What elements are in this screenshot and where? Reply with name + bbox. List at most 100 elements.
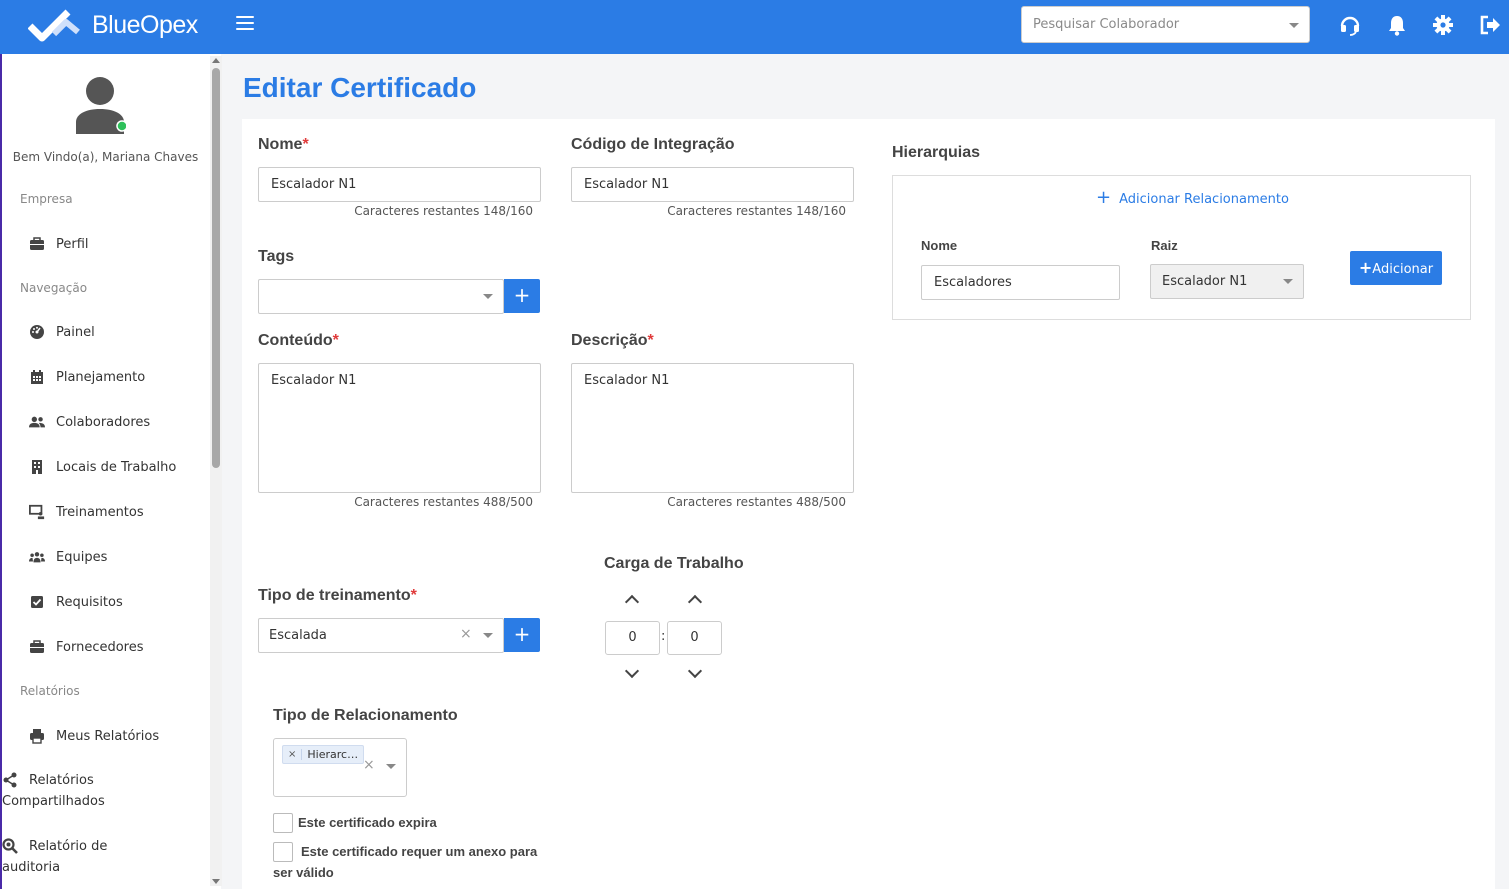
- sidebar-item-equipes[interactable]: Equipes: [29, 549, 107, 565]
- users-icon: [29, 416, 45, 428]
- tipo-treinamento-select[interactable]: Escalada ×: [258, 618, 504, 653]
- briefcase-icon: [30, 640, 44, 653]
- chalkboard-icon: [29, 504, 45, 520]
- menu-toggle-icon[interactable]: [236, 16, 254, 32]
- hours-input[interactable]: 0: [605, 621, 660, 655]
- carga-label: Carga de Trabalho: [604, 555, 744, 572]
- chevron-down-icon: [483, 633, 493, 638]
- nome-input[interactable]: Escalador N1: [258, 167, 541, 202]
- scroll-down-icon[interactable]: [212, 879, 220, 884]
- anexo-checkbox[interactable]: [273, 842, 293, 862]
- tags-select[interactable]: [258, 279, 504, 314]
- briefcase-icon: [30, 237, 44, 250]
- conteudo-value: Escalador N1: [271, 373, 357, 388]
- descricao-counter: Caracteres restantes 488/500: [667, 495, 846, 509]
- add-relationship-link[interactable]: + Adicionar Relacionamento: [1096, 187, 1289, 208]
- sidebar-item-label: Locais de Trabalho: [56, 459, 177, 475]
- add-tipo-treinamento-button[interactable]: +: [504, 618, 540, 652]
- sidebar-item-relatorio-auditoria[interactable]: Relatório de auditoria: [2, 836, 107, 878]
- nome-label: Nome*: [258, 136, 309, 153]
- sidebar-item-label: Equipes: [56, 549, 108, 565]
- scrollbar-thumb[interactable]: [212, 68, 220, 468]
- section-relatorios: Relatórios: [20, 684, 80, 698]
- plus-icon: +: [1096, 187, 1112, 208]
- sidebar-item-label: Relatório de auditoria: [2, 836, 107, 878]
- tipo-relacionamento-select[interactable]: × Hierarc… ×: [273, 738, 407, 797]
- sidebar-item-label: Planejamento: [56, 369, 146, 385]
- scroll-up-icon[interactable]: [212, 58, 220, 63]
- hier-nome-input[interactable]: Escaladores: [921, 265, 1120, 300]
- add-tag-button[interactable]: +: [504, 279, 540, 313]
- plus-icon: +: [1358, 258, 1373, 277]
- sidebar-item-planejamento[interactable]: Planejamento: [29, 369, 145, 385]
- expira-label: Este certificado expira: [298, 815, 437, 830]
- hier-raiz-select[interactable]: Escalador N1: [1150, 264, 1304, 299]
- conteudo-label: Conteúdo*: [258, 332, 339, 349]
- sidebar-item-perfil[interactable]: Perfil: [29, 236, 89, 252]
- sidebar-item-meus-relatorios[interactable]: Meus Relatórios: [29, 728, 159, 744]
- conteudo-counter: Caracteres restantes 488/500: [354, 495, 533, 509]
- chevron-down-icon: [386, 764, 396, 769]
- sidebar-item-label: Meus Relatórios: [56, 728, 160, 744]
- tipo-treinamento-label: Tipo de treinamento*: [258, 587, 417, 604]
- avatar-icon: [76, 77, 126, 134]
- hier-nome-label: Nome: [921, 238, 958, 253]
- minutes-input[interactable]: 0: [667, 621, 722, 655]
- brand-name: BlueOpex: [92, 10, 198, 39]
- sidebar-item-label: Treinamentos: [56, 504, 144, 520]
- bell-icon[interactable]: [1386, 14, 1408, 36]
- sidebar-item-locais[interactable]: Locais de Trabalho: [29, 459, 176, 475]
- sidebar-item-label-line2: auditoria: [2, 860, 61, 875]
- sidebar-item-label: Painel: [56, 324, 95, 340]
- sidebar-item-colaboradores[interactable]: Colaboradores: [29, 414, 150, 430]
- sidebar-scrollbar[interactable]: [210, 56, 222, 886]
- clear-icon[interactable]: ×: [363, 757, 375, 773]
- headset-icon[interactable]: [1339, 14, 1361, 36]
- sidebar-item-label: Colaboradores: [56, 414, 151, 430]
- sidebar-item-requisitos[interactable]: Requisitos: [29, 594, 123, 610]
- sidebar-item-label-line1: Relatórios: [29, 773, 94, 788]
- codigo-counter: Caracteres restantes 148/160: [667, 204, 846, 218]
- chip-remove-icon[interactable]: ×: [283, 749, 303, 760]
- hier-nome-value: Escaladores: [934, 275, 1012, 290]
- sidebar-item-label-line1: Relatório de: [29, 839, 108, 854]
- logo[interactable]: BlueOpex: [28, 8, 198, 42]
- descricao-textarea[interactable]: Escalador N1: [571, 363, 854, 493]
- add-relationship-label: Adicionar Relacionamento: [1119, 192, 1289, 207]
- sidebar-item-painel[interactable]: Painel: [29, 324, 95, 340]
- checkbox-icon: [31, 596, 43, 608]
- hier-raiz-value: Escalador N1: [1162, 274, 1248, 289]
- descricao-value: Escalador N1: [584, 373, 670, 388]
- sidebar-item-relatorios-compartilhados[interactable]: Relatórios Compartilhados: [2, 770, 105, 812]
- hierarquias-panel: + Adicionar Relacionamento Nome Escalador…: [892, 175, 1471, 320]
- clear-icon[interactable]: ×: [460, 626, 472, 642]
- sidebar-item-label: Perfil: [56, 236, 89, 252]
- sidebar-item-treinamentos[interactable]: Treinamentos: [29, 504, 144, 520]
- calendar-icon: [31, 370, 43, 384]
- nome-value: Escalador N1: [271, 177, 357, 192]
- chevron-down-icon: [1289, 23, 1299, 28]
- adicionar-button[interactable]: +Adicionar: [1350, 251, 1442, 285]
- dashboard-icon: [30, 325, 44, 339]
- selected-chip: × Hierarc…: [282, 745, 365, 764]
- chevron-down-icon: [483, 294, 493, 299]
- tipo-relacionamento-label: Tipo de Relacionamento: [273, 707, 458, 724]
- gear-icon[interactable]: [1432, 14, 1454, 36]
- expira-checkbox[interactable]: [273, 813, 293, 833]
- sidebar-item-label-line2: Compartilhados: [2, 794, 105, 809]
- adicionar-label: Adicionar: [1372, 262, 1434, 277]
- sidebar-item-label: Relatórios Compartilhados: [2, 770, 105, 812]
- chevron-down-icon: [1283, 279, 1293, 284]
- nome-counter: Caracteres restantes 148/160: [354, 204, 533, 218]
- conteudo-textarea[interactable]: Escalador N1: [258, 363, 541, 493]
- top-bar: BlueOpex Pesquisar Colaborador: [0, 0, 1509, 54]
- employee-search-select[interactable]: Pesquisar Colaborador: [1021, 6, 1310, 43]
- logout-icon[interactable]: [1479, 14, 1501, 36]
- codigo-input[interactable]: Escalador N1: [571, 167, 854, 202]
- search-placeholder: Pesquisar Colaborador: [1033, 17, 1180, 32]
- hier-raiz-label: Raiz: [1151, 238, 1178, 253]
- sidebar-item-fornecedores[interactable]: Fornecedores: [29, 639, 144, 655]
- search-magnify-icon: [2, 838, 18, 854]
- anexo-label-line1: Este certificado requer um anexo para: [301, 844, 538, 859]
- tipo-treinamento-value: Escalada: [269, 628, 327, 643]
